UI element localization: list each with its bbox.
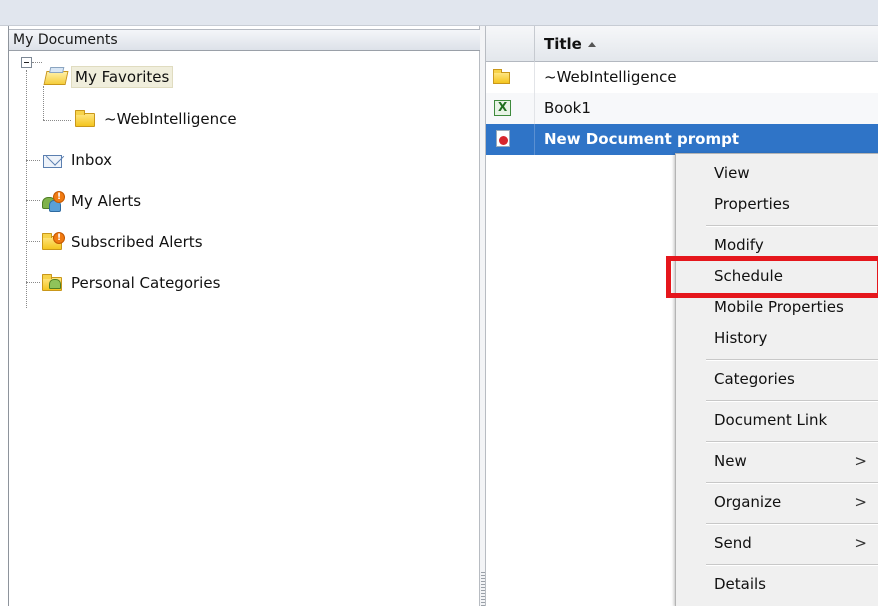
title-column-label: Title [544, 35, 582, 53]
menu-item-new[interactable]: New > [676, 446, 878, 477]
menu-item-view[interactable]: View [676, 158, 878, 189]
row-icon-cell [486, 124, 535, 155]
icon-column-header[interactable] [486, 26, 535, 62]
row-icon-cell [486, 62, 535, 93]
excel-icon [494, 100, 511, 116]
menu-item-properties[interactable]: Properties [676, 189, 878, 220]
alerts-icon: ! [40, 191, 65, 212]
tree-connector [32, 62, 42, 63]
tree-connector [26, 70, 27, 308]
tree-connector [43, 120, 71, 121]
tree-item-inbox[interactable]: Inbox [40, 148, 115, 172]
tree-item-personal-categories[interactable]: Personal Categories [40, 271, 223, 295]
menu-item-categories[interactable]: Categories [676, 364, 878, 395]
submenu-arrow-icon: > [854, 534, 867, 552]
open-folder-icon [43, 67, 69, 87]
tree-item-label: My Alerts [71, 192, 142, 210]
menu-item-document-link[interactable]: Document Link [676, 405, 878, 436]
menu-separator [706, 225, 878, 227]
tree-item-label: ~WebIntelligence [104, 110, 237, 128]
menu-item-organize[interactable]: Organize > [676, 487, 878, 518]
tree-item-webintelligence[interactable]: ~WebIntelligence [73, 107, 240, 131]
folder-icon [73, 109, 97, 129]
personal-categories-icon [40, 273, 64, 293]
tree-item-my-alerts[interactable]: ! My Alerts [40, 189, 144, 213]
menu-separator [706, 400, 878, 402]
tree-connector [26, 160, 40, 161]
tree-item-label: Inbox [71, 151, 113, 169]
menu-item-modify[interactable]: Modify [676, 230, 878, 261]
alert-badge: ! [53, 232, 65, 244]
folder-tree: My Favorites ~WebIntelligence Inbox ! My… [9, 26, 480, 586]
tree-item-label: My Favorites [71, 66, 174, 88]
menu-item-send[interactable]: Send > [676, 528, 878, 559]
folder-icon [493, 69, 510, 84]
tree-item-label: Subscribed Alerts [71, 233, 203, 251]
context-menu: View Properties Modify Schedule Mobile P… [675, 153, 878, 606]
menu-item-label: Send [714, 534, 752, 552]
tree-item-my-favorites[interactable]: My Favorites [43, 65, 174, 89]
row-title: Book1 [544, 99, 591, 117]
submenu-arrow-icon: > [854, 452, 867, 470]
collapse-toggle[interactable] [21, 57, 32, 68]
menu-separator [706, 564, 878, 566]
title-column-header[interactable]: Title [536, 26, 878, 62]
menu-separator [706, 482, 878, 484]
list-row[interactable]: ~WebIntelligence [486, 62, 878, 93]
menu-item-label: Organize [714, 493, 782, 511]
menu-separator [706, 523, 878, 525]
list-row[interactable]: Book1 [486, 93, 878, 124]
tree-connector [26, 282, 40, 283]
sort-ascending-icon [587, 42, 596, 47]
subscribed-alerts-icon: ! [40, 232, 65, 252]
row-title: New Document prompt [544, 130, 739, 148]
tree-item-label: Personal Categories [71, 274, 221, 292]
top-toolbar [0, 0, 878, 26]
list-row-selected[interactable]: New Document prompt [486, 124, 878, 155]
row-title: ~WebIntelligence [544, 68, 677, 86]
menu-item-details[interactable]: Details [676, 569, 878, 600]
menu-item-history[interactable]: History [676, 323, 878, 354]
tree-item-subscribed-alerts[interactable]: ! Subscribed Alerts [40, 230, 206, 254]
folder-tree-panel: My Documents My Favorites ~WebIntelligen… [8, 26, 480, 606]
list-header: Title [486, 26, 878, 62]
tree-connector [26, 200, 40, 201]
menu-item-label: New [714, 452, 747, 470]
webi-document-icon [496, 130, 510, 147]
menu-item-schedule[interactable]: Schedule [676, 261, 878, 292]
menu-separator [706, 441, 878, 443]
row-icon-cell [486, 93, 535, 124]
splitter-grip[interactable] [481, 572, 485, 606]
menu-separator [706, 359, 878, 361]
submenu-arrow-icon: > [854, 493, 867, 511]
tree-connector [43, 86, 44, 120]
tree-connector [26, 241, 40, 242]
menu-item-mobile-properties[interactable]: Mobile Properties [676, 292, 878, 323]
inbox-icon [40, 150, 64, 170]
alert-badge: ! [53, 191, 65, 203]
